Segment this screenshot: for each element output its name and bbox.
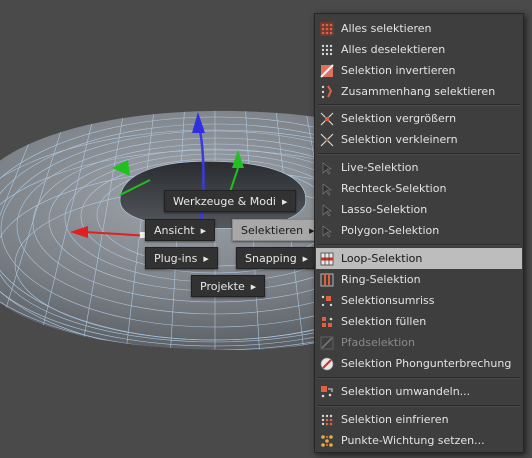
rectangle-selection-icon: [320, 182, 334, 196]
menu-item-label: Loop-Selektion: [341, 252, 423, 265]
path-selection-icon: [320, 336, 334, 350]
polygon-selection-icon: [320, 224, 334, 238]
menu-item-label: Selektion umwandeln...: [341, 385, 471, 398]
menu-item-label: Lasso-Selektion: [341, 203, 428, 216]
hotbox-werkzeuge-modi-button[interactable]: Werkzeuge & Modi ▶: [164, 190, 297, 212]
menu-item-label: Selektion invertieren: [341, 64, 456, 77]
menu-item-label: Punkte-Wichtung setzen...: [341, 434, 485, 447]
menu-item-ring-selektion[interactable]: Ring-Selektion: [316, 269, 522, 290]
menu-item-label: Live-Selektion: [341, 161, 419, 174]
menu-item-zusammenhang-selektieren[interactable]: Zusammenhang selektieren: [316, 81, 522, 102]
hotbox-selektieren-button[interactable]: Selektieren ▶: [232, 219, 324, 241]
hotbox-label: Werkzeuge & Modi: [173, 195, 276, 208]
menu-item-label: Selektion füllen: [341, 315, 427, 328]
hotbox-snapping-button[interactable]: Snapping ▶: [236, 247, 318, 269]
set-point-weight-icon: [320, 434, 334, 448]
freeze-selection-icon: [320, 413, 334, 427]
live-selection-icon: [320, 161, 334, 175]
menu-item-label: Pfadselektion: [341, 336, 415, 349]
menu-item-live-selektion[interactable]: Live-Selektion: [316, 157, 522, 178]
menu-separator: [318, 405, 520, 407]
fill-selection-icon: [320, 315, 334, 329]
menu-item-label: Selektion Phongunterbrechung: [341, 357, 512, 370]
hotbox-label: Ansicht: [154, 224, 195, 237]
menu-item-selektion-umwandeln[interactable]: Selektion umwandeln...: [316, 381, 522, 402]
menu-item-label: Selektion einfrieren: [341, 413, 449, 426]
menu-item-label: Alles selektieren: [341, 22, 432, 35]
hotbox-plugins-button[interactable]: Plug-ins ▶: [145, 247, 218, 269]
arrow-right-icon: ▶: [250, 283, 257, 291]
phong-break-selection-icon: [320, 357, 334, 371]
menu-item-label: Zusammenhang selektieren: [341, 85, 496, 98]
invert-selection-icon: [320, 63, 334, 78]
menu-item-selektion-vergroessern[interactable]: Selektion vergrößern: [316, 108, 522, 129]
arrow-right-icon: ▶: [282, 198, 288, 206]
menu-separator: [318, 244, 520, 246]
hotbox-ansicht-button[interactable]: Ansicht ▶: [145, 219, 216, 241]
menu-item-label: Polygon-Selektion: [341, 224, 440, 237]
menu-item-label: Selektion vergrößern: [341, 112, 457, 125]
menu-item-label: Ring-Selektion: [341, 273, 421, 286]
selektieren-menu: Alles selektieren Alles deselektieren Se…: [314, 13, 524, 453]
arrow-right-icon: ▶: [203, 255, 209, 263]
menu-item-label: Selektion verkleinern: [341, 133, 458, 146]
menu-item-punkte-wichtung-setzen[interactable]: Punkte-Wichtung setzen...: [316, 430, 522, 451]
menu-item-pfadselektion[interactable]: Pfadselektion: [316, 332, 522, 353]
menu-item-alles-selektieren[interactable]: Alles selektieren: [316, 18, 522, 39]
convert-selection-icon: [320, 385, 334, 399]
loop-selection-icon: [320, 252, 334, 266]
menu-item-selektion-phongunterbrechung[interactable]: Selektion Phongunterbrechung: [316, 353, 522, 374]
menu-item-selektion-invertieren[interactable]: Selektion invertieren: [316, 60, 522, 81]
menu-item-selektionsumriss[interactable]: Selektionsumriss: [316, 290, 522, 311]
menu-separator: [318, 153, 520, 155]
selection-outline-icon: [320, 294, 334, 308]
menu-item-selektion-fuellen[interactable]: Selektion füllen: [316, 311, 522, 332]
hotbox-label: Snapping: [245, 252, 297, 265]
menu-item-loop-selektion[interactable]: Loop-Selektion: [316, 248, 522, 269]
arrow-right-icon: ▶: [302, 255, 309, 263]
menu-separator: [318, 377, 520, 379]
menu-item-selektion-verkleinern[interactable]: Selektion verkleinern: [316, 129, 522, 150]
menu-item-label: Selektionsumriss: [341, 294, 435, 307]
menu-separator: [318, 104, 520, 106]
shrink-selection-icon: [320, 133, 334, 147]
menu-item-polygon-selektion[interactable]: Polygon-Selektion: [316, 220, 522, 241]
hotbox-label: Selektieren: [241, 224, 304, 237]
ring-selection-icon: [320, 273, 334, 287]
menu-item-selektion-einfrieren[interactable]: Selektion einfrieren: [316, 409, 522, 430]
menu-item-alles-deselektieren[interactable]: Alles deselektieren: [316, 39, 522, 60]
select-connected-icon: [320, 84, 334, 99]
select-all-icon: [320, 21, 334, 36]
arrow-right-icon: ▶: [200, 227, 207, 235]
menu-item-label: Alles deselektieren: [341, 43, 446, 56]
hotbox-label: Plug-ins: [154, 252, 198, 265]
lasso-selection-icon: [320, 203, 334, 217]
hotbox-label: Projekte: [200, 280, 245, 293]
grow-selection-icon: [320, 112, 334, 126]
hotbox-projekte-button[interactable]: Projekte ▶: [191, 275, 266, 297]
deselect-all-icon: [320, 43, 334, 57]
menu-item-lasso-selektion[interactable]: Lasso-Selektion: [316, 199, 522, 220]
menu-item-rechteck-selektion[interactable]: Rechteck-Selektion: [316, 178, 522, 199]
menu-item-label: Rechteck-Selektion: [341, 182, 447, 195]
